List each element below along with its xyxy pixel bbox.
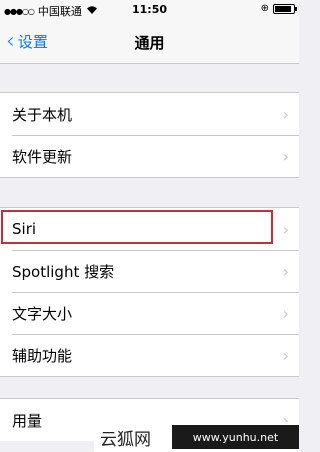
row-label: 文字大小 (12, 304, 73, 323)
row-accessibility[interactable]: 辅助功能 › (0, 334, 299, 376)
row-spotlight[interactable]: Spotlight 搜索 › (0, 250, 299, 292)
nav-bar: ‹ 设置 通用 (0, 20, 299, 64)
chevron-right-icon: › (282, 346, 289, 365)
row-label: 软件更新 (12, 147, 73, 166)
row-about[interactable]: 关于本机 › (0, 93, 299, 135)
settings-group-1: 关于本机 › 软件更新 › (0, 92, 299, 178)
status-time: 11:50 (131, 3, 167, 16)
row-label: 关于本机 (12, 105, 73, 124)
row-software-update[interactable]: 软件更新 › (0, 135, 299, 177)
settings-group-2: Siri › Spotlight 搜索 › 文字大小 › 辅助功能 › (0, 207, 299, 377)
watermark: 云狐网 www.yunhu.net (94, 422, 299, 452)
back-button[interactable]: ‹ 设置 (6, 28, 48, 54)
rotation-lock-icon: ⊕ (260, 3, 269, 14)
row-label: 辅助功能 (12, 346, 73, 365)
chevron-right-icon: › (282, 262, 289, 281)
row-text-size[interactable]: 文字大小 › (0, 292, 299, 334)
row-label: Siri (12, 220, 37, 238)
row-label: 用量 (12, 411, 43, 430)
row-siri[interactable]: Siri › (0, 208, 299, 250)
back-label: 设置 (17, 33, 48, 51)
chevron-right-icon: › (282, 105, 289, 124)
chevron-right-icon: › (282, 220, 289, 239)
chevron-right-icon: › (282, 147, 289, 166)
status-bar: ●●●○○ 中国联通 11:50 ⊕ (0, 0, 299, 20)
watermark-url: www.yunhu.net (172, 425, 299, 449)
battery-icon (273, 3, 297, 14)
status-right: ⊕ (260, 3, 297, 14)
watermark-site-name: 云狐网 (100, 429, 151, 450)
chevron-right-icon: › (282, 304, 289, 323)
row-label: Spotlight 搜索 (12, 262, 115, 281)
chevron-left-icon: ‹ (6, 28, 15, 54)
